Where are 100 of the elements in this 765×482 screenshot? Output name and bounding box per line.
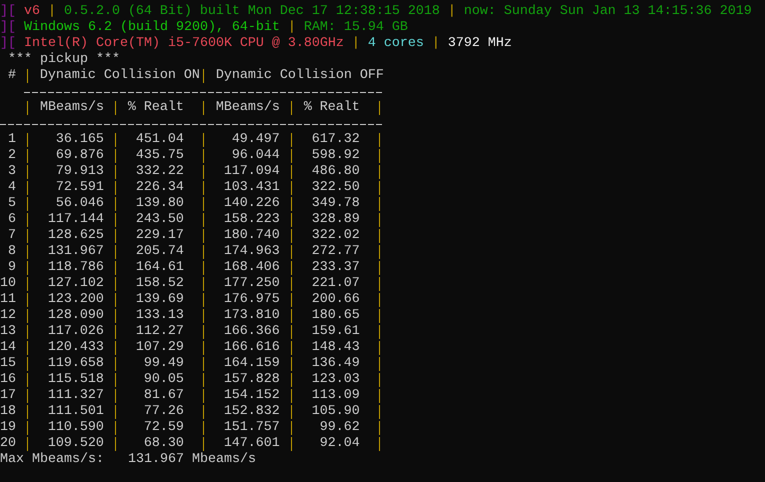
header-text: | xyxy=(48,4,56,20)
table-cell: 166.366 xyxy=(224,324,280,340)
table-cell: 117.144 xyxy=(48,212,104,228)
table-cell: 68.30 xyxy=(144,436,184,452)
table-cell: 147.601 xyxy=(224,436,280,452)
row-number: 14 xyxy=(0,340,16,356)
table-cell: 69.876 xyxy=(56,148,104,164)
table-cell: 118.786 xyxy=(48,260,104,276)
header-text: now: Sunday Sun Jan 13 14:15:36 2019 xyxy=(464,4,752,20)
table-cell: 243.50 xyxy=(136,212,184,228)
table-cell: 158.52 xyxy=(136,276,184,292)
table-cell: 112.27 xyxy=(136,324,184,340)
column-header: % Realt xyxy=(304,100,360,116)
table-cell: 322.02 xyxy=(312,228,360,244)
row-number: 5 xyxy=(6,196,16,212)
row-number: 4 xyxy=(6,180,16,196)
row-number: 10 xyxy=(0,276,16,292)
header-text: | xyxy=(448,4,456,20)
row-number: 13 xyxy=(0,324,16,340)
header-text: ][ xyxy=(0,4,16,20)
table-cell: 164.61 xyxy=(136,260,184,276)
table-cell: 127.102 xyxy=(48,276,104,292)
table-cell: 166.616 xyxy=(224,340,280,356)
header-text: | xyxy=(288,20,296,36)
group-header: Dynamic Collision ON xyxy=(40,68,200,84)
table-cell: 173.810 xyxy=(224,308,280,324)
table-cell: 200.66 xyxy=(312,292,360,308)
table-cell: 140.226 xyxy=(224,196,280,212)
table-cell: 328.89 xyxy=(312,212,360,228)
table-cell: 99.49 xyxy=(144,356,184,372)
row-number: 8 xyxy=(6,244,16,260)
header-text: RAM: 15.94 GB xyxy=(304,20,408,36)
table-cell: 435.75 xyxy=(136,148,184,164)
table-cell: 117.094 xyxy=(224,164,280,180)
table-cell: 81.67 xyxy=(144,388,184,404)
table-cell: 111.327 xyxy=(48,388,104,404)
table-cell: 451.04 xyxy=(136,132,184,148)
table-cell: 177.250 xyxy=(224,276,280,292)
row-number: 3 xyxy=(6,164,16,180)
row-number: 20 xyxy=(0,436,16,452)
table-cell: 139.69 xyxy=(136,292,184,308)
table-cell: 164.159 xyxy=(224,356,280,372)
table-cell: 92.04 xyxy=(320,436,360,452)
table-cell: 117.026 xyxy=(48,324,104,340)
table-cell: 109.520 xyxy=(48,436,104,452)
table-cell: 148.43 xyxy=(312,340,360,356)
header-text: ][ xyxy=(0,20,16,36)
table-cell: 107.29 xyxy=(136,340,184,356)
row-number: 9 xyxy=(6,260,16,276)
row-number: 12 xyxy=(0,308,16,324)
table-cell: 36.165 xyxy=(56,132,104,148)
column-header: MBeams/s xyxy=(216,100,280,116)
table-cell: 229.17 xyxy=(136,228,184,244)
row-number: 1 xyxy=(6,132,16,148)
header-text: Intel(R) Core(TM) i5-7600K CPU @ 3.80GHz xyxy=(24,36,344,52)
table-cell: 598.92 xyxy=(312,148,360,164)
table-cell: 159.61 xyxy=(312,324,360,340)
row-number: 18 xyxy=(0,404,16,420)
header-text: 0.5.2.0 (64 Bit) built Mon Dec 17 12:38:15 2018 xyxy=(64,4,440,20)
table-cell: 180.740 xyxy=(224,228,280,244)
table-cell: 96.044 xyxy=(232,148,280,164)
table-cell: 180.65 xyxy=(312,308,360,324)
table-cell: 90.05 xyxy=(144,372,184,388)
table-cell: 113.09 xyxy=(312,388,360,404)
table-cell: 99.62 xyxy=(320,420,360,436)
table-cell: 168.406 xyxy=(224,260,280,276)
table-cell: 157.828 xyxy=(224,372,280,388)
table-cell: 272.77 xyxy=(312,244,360,260)
table-cell: 119.658 xyxy=(48,356,104,372)
row-number: 11 xyxy=(0,292,16,308)
table-cell: 174.963 xyxy=(224,244,280,260)
table-cell: 103.431 xyxy=(224,180,280,196)
row-number: 15 xyxy=(0,356,16,372)
header-text: v6 xyxy=(24,4,40,20)
table-cell: 486.80 xyxy=(312,164,360,180)
table-cell: 72.591 xyxy=(56,180,104,196)
table-cell: 72.59 xyxy=(144,420,184,436)
row-number: 2 xyxy=(6,148,16,164)
table-cell: 128.625 xyxy=(48,228,104,244)
table-cell: 136.49 xyxy=(312,356,360,372)
index-header: # xyxy=(8,68,16,84)
table-cell: 154.152 xyxy=(224,388,280,404)
row-number: 7 xyxy=(6,228,16,244)
row-number: 16 xyxy=(0,372,16,388)
group-header: Dynamic Collision OFF xyxy=(216,68,384,84)
table-cell: 123.03 xyxy=(312,372,360,388)
table-cell: 105.90 xyxy=(312,404,360,420)
table-cell: 226.34 xyxy=(136,180,184,196)
table-cell: 115.518 xyxy=(48,372,104,388)
table-cell: 111.501 xyxy=(48,404,104,420)
row-number: 17 xyxy=(0,388,16,404)
table-cell: 152.832 xyxy=(224,404,280,420)
table-cell: 133.13 xyxy=(136,308,184,324)
table-cell: 49.497 xyxy=(232,132,280,148)
header-text: 3792 MHz xyxy=(448,36,512,52)
table-cell: 221.07 xyxy=(312,276,360,292)
header-text: Windows 6.2 (build 9200), 64-bit xyxy=(24,20,280,36)
table-cell: 131.967 xyxy=(48,244,104,260)
section-title: *** pickup *** xyxy=(8,52,120,68)
table-cell: 139.80 xyxy=(136,196,184,212)
